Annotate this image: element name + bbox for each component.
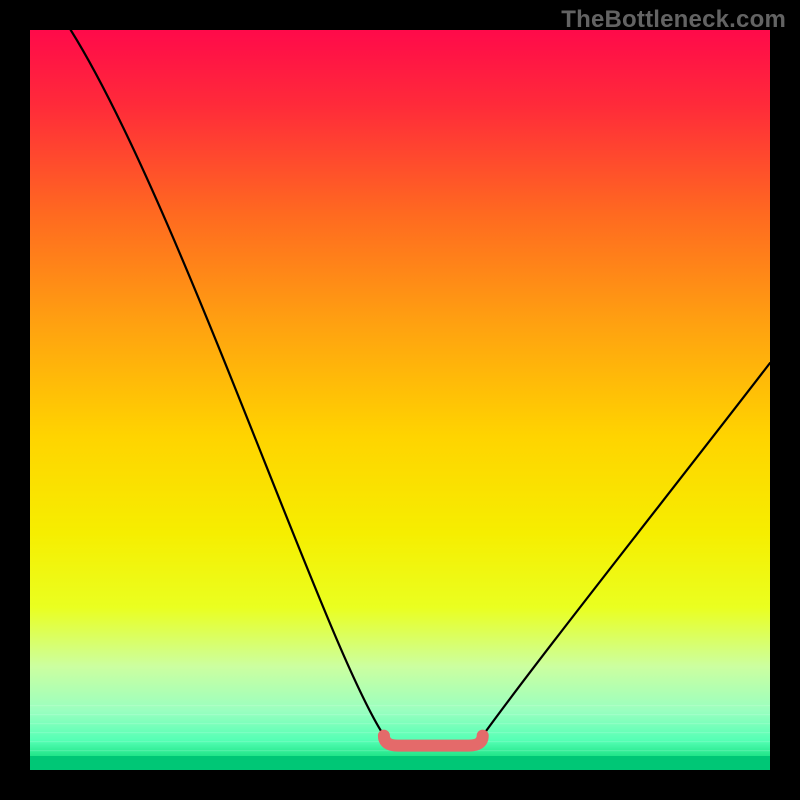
gradient-background bbox=[30, 30, 770, 770]
bottom-band bbox=[30, 756, 770, 770]
watermark-text: TheBottleneck.com bbox=[561, 6, 786, 34]
gradient-striation bbox=[30, 714, 770, 715]
gradient-striation bbox=[30, 732, 770, 733]
gradient-striation bbox=[30, 705, 770, 706]
gradient-striation bbox=[30, 723, 770, 724]
plot-svg bbox=[30, 30, 770, 770]
plot-area bbox=[30, 30, 770, 770]
chart-frame: TheBottleneck.com bbox=[0, 0, 800, 800]
